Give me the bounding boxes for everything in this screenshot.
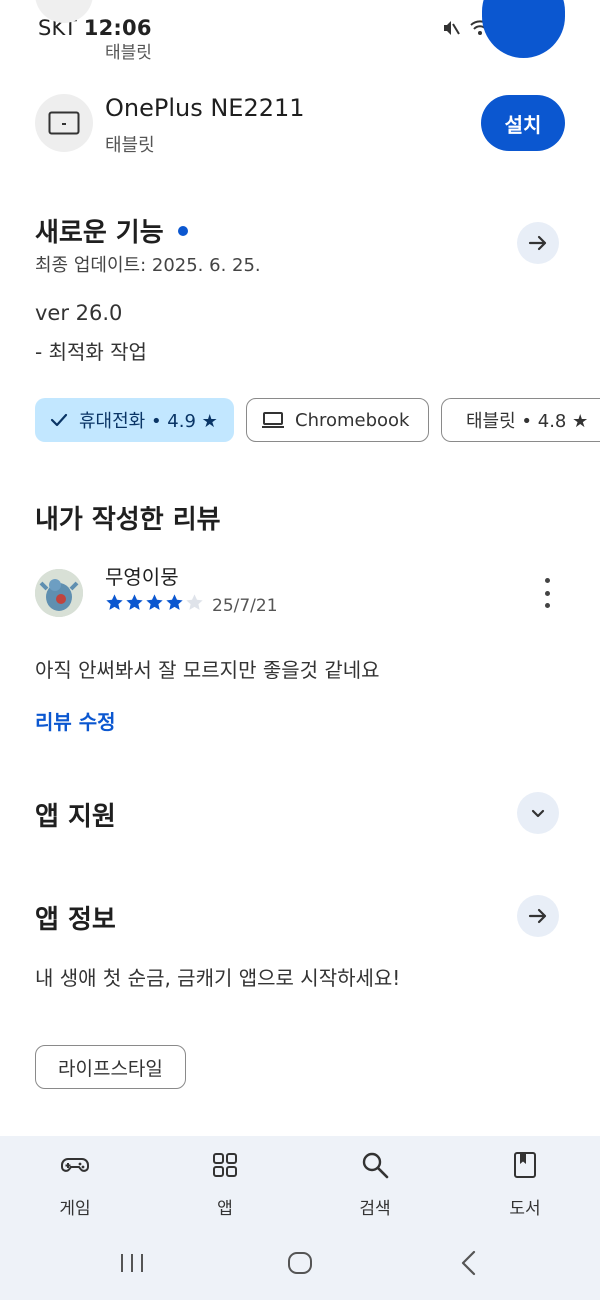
app-support-title[interactable]: 앱 지원 [35, 796, 116, 833]
edit-review-link[interactable]: 리뷰 수정 [35, 706, 116, 735]
device-name: OnePlus NE2211 [105, 94, 305, 122]
nav-item-apps[interactable]: 앱 [175, 1150, 275, 1219]
previous-install-button[interactable] [482, 0, 565, 58]
last-updated: 최종 업데이트: 2025. 6. 25. [35, 255, 261, 276]
nav-label-games: 게임 [59, 1199, 91, 1219]
app-info-arrow-button[interactable] [517, 895, 559, 937]
chip-phone[interactable]: 휴대전화 • 4.9 ★ [35, 398, 234, 442]
arrow-right-icon [528, 908, 547, 924]
my-review-heading: 내가 작성한 리뷰 [35, 505, 221, 535]
avatar-image [35, 569, 83, 617]
chevron-down-icon [531, 809, 545, 818]
home-icon [288, 1252, 312, 1274]
gamepad-icon [61, 1158, 89, 1172]
star-filled-icon [166, 594, 183, 610]
search-icon [362, 1152, 389, 1179]
more-options-button[interactable] [536, 578, 558, 608]
tablet-icon [48, 111, 80, 135]
home-button[interactable] [285, 1248, 315, 1282]
whats-new-header[interactable]: 새로운 기능 [35, 212, 188, 249]
star-empty-icon [186, 594, 203, 610]
nav-label-apps: 앱 [217, 1199, 233, 1219]
whats-new-arrow-button[interactable] [517, 222, 559, 264]
category-tag-button[interactable]: 라이프스타일 [35, 1045, 186, 1089]
apps-grid-icon [213, 1153, 237, 1177]
new-indicator-dot [177, 225, 188, 236]
laptop-icon [262, 412, 284, 428]
recent-apps-icon [121, 1254, 143, 1272]
nav-item-search[interactable]: 검색 [325, 1150, 425, 1219]
nav-label-books: 도서 [509, 1199, 541, 1219]
chip-chromebook[interactable]: Chromebook [246, 398, 429, 442]
nav-item-games[interactable]: 게임 [25, 1150, 125, 1219]
device-type: 태블릿 [105, 135, 155, 156]
app-description: 내 생애 첫 순금, 금캐기 앱으로 시작하세요! [35, 966, 401, 990]
arrow-right-icon [528, 235, 547, 251]
mute-icon [444, 21, 460, 35]
chip-tablet-label: 태블릿 • 4.8 ★ [466, 411, 589, 432]
reviewer-name: 무영이뭉 [105, 565, 179, 589]
recent-apps-button[interactable] [118, 1248, 146, 1282]
star-filled-icon [146, 594, 163, 610]
whats-new-title: 새로운 기능 [35, 218, 164, 248]
star-filled-icon [106, 594, 123, 610]
review-text: 아직 안써봐서 잘 모르지만 좋을것 같네요 [35, 658, 380, 682]
clock: 12:06 [83, 16, 152, 40]
release-notes: - 최적화 작업 [35, 340, 147, 364]
previous-device-type: 태블릿 [105, 43, 152, 63]
app-support-expand-button[interactable] [517, 792, 559, 834]
nav-item-books[interactable]: 도서 [475, 1150, 575, 1219]
star-filled-icon [126, 594, 143, 610]
back-icon [461, 1250, 476, 1276]
chip-chromebook-label: Chromebook [295, 409, 410, 431]
back-button[interactable] [456, 1248, 482, 1282]
nav-label-search: 검색 [359, 1199, 391, 1219]
device-icon [35, 94, 93, 152]
install-button[interactable]: 설치 [481, 95, 565, 151]
chip-phone-label: 휴대전화 • 4.9 ★ [79, 411, 218, 432]
app-info-title[interactable]: 앱 정보 [35, 899, 116, 936]
avatar [35, 569, 83, 617]
review-date: 25/7/21 [212, 596, 278, 616]
star-rating [105, 593, 204, 612]
version-text: ver 26.0 [35, 301, 123, 325]
more-vert-icon [544, 578, 550, 583]
book-icon [514, 1152, 536, 1178]
check-icon [50, 413, 68, 427]
chip-tablet[interactable]: 태블릿 • 4.8 ★ [441, 398, 600, 442]
